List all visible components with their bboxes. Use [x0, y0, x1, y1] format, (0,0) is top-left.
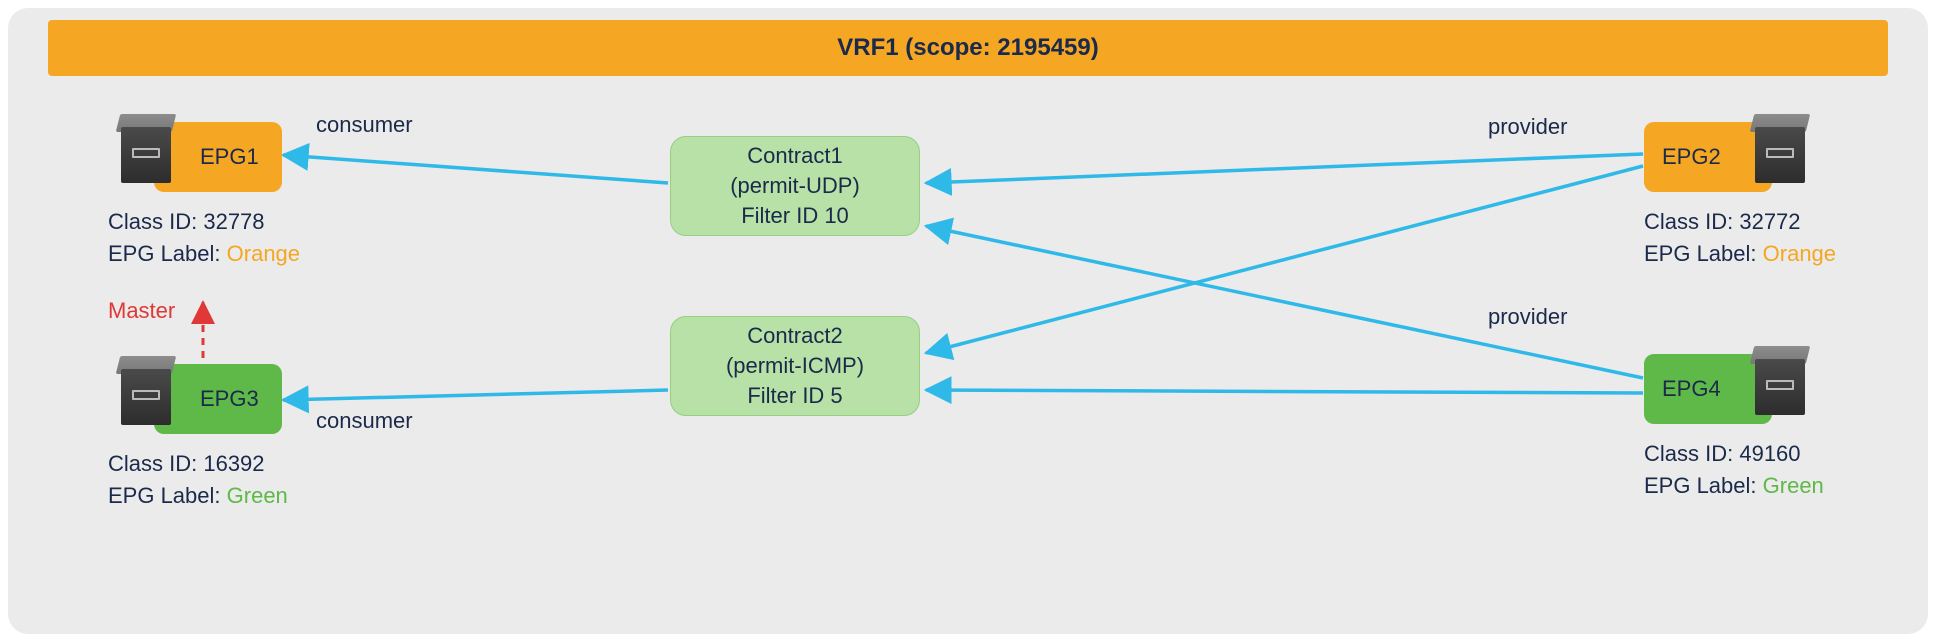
- epg4-name: EPG4: [1662, 376, 1721, 402]
- epg1-label-row: EPG Label: Orange: [108, 238, 300, 270]
- epg3-info: Class ID: 16392 EPG Label: Green: [108, 448, 288, 512]
- epg2-info: Class ID: 32772 EPG Label: Orange: [1644, 206, 1836, 270]
- contract2-rule: (permit-ICMP): [726, 351, 864, 381]
- contract1-name: Contract1: [747, 141, 842, 171]
- server-icon: [1750, 114, 1810, 188]
- vrf-header: VRF1 (scope: 2195459): [48, 20, 1888, 76]
- arrow-c2-to-epg3: [283, 390, 668, 400]
- arrow-epg4-to-c2: [926, 390, 1643, 393]
- server-icon: [116, 114, 176, 188]
- epg1-label-value: Orange: [227, 241, 300, 266]
- epg2-label-prefix: EPG Label:: [1644, 241, 1763, 266]
- epg3-label-value: Green: [227, 483, 288, 508]
- epg3-label-row: EPG Label: Green: [108, 480, 288, 512]
- arrow-epg4-to-c1: [926, 226, 1643, 378]
- contract1-box: Contract1 (permit-UDP) Filter ID 10: [670, 136, 920, 236]
- provider-label-bottom: provider: [1488, 304, 1567, 330]
- epg1-name: EPG1: [200, 144, 259, 170]
- epg2-name: EPG2: [1662, 144, 1721, 170]
- epg4-label-row: EPG Label: Green: [1644, 470, 1824, 502]
- epg4-info: Class ID: 49160 EPG Label: Green: [1644, 438, 1824, 502]
- contract2-box: Contract2 (permit-ICMP) Filter ID 5: [670, 316, 920, 416]
- contract1-rule: (permit-UDP): [730, 171, 860, 201]
- epg3-name: EPG3: [200, 386, 259, 412]
- epg3-classid: Class ID: 16392: [108, 448, 288, 480]
- epg2-label-value: Orange: [1763, 241, 1836, 266]
- consumer-label-top: consumer: [316, 112, 413, 138]
- connections-layer: [8, 8, 1928, 634]
- server-icon: [116, 356, 176, 430]
- epg2-classid: Class ID: 32772: [1644, 206, 1836, 238]
- epg4-label-prefix: EPG Label:: [1644, 473, 1763, 498]
- master-label: Master: [108, 298, 175, 324]
- epg3-label-prefix: EPG Label:: [108, 483, 227, 508]
- arrow-c1-to-epg1: [283, 155, 668, 183]
- epg4-label-value: Green: [1763, 473, 1824, 498]
- provider-label-top: provider: [1488, 114, 1567, 140]
- arrow-epg2-to-c1: [926, 154, 1643, 183]
- epg1-label-prefix: EPG Label:: [108, 241, 227, 266]
- diagram-canvas: VRF1 (scope: 2195459): [8, 8, 1928, 634]
- epg4-classid: Class ID: 49160: [1644, 438, 1824, 470]
- vrf-title: VRF1 (scope: 2195459): [837, 34, 1098, 62]
- contract2-name: Contract2: [747, 321, 842, 351]
- consumer-label-bottom: consumer: [316, 408, 413, 434]
- contract1-filter: Filter ID 10: [741, 201, 849, 231]
- server-icon: [1750, 346, 1810, 420]
- epg1-classid: Class ID: 32778: [108, 206, 300, 238]
- epg1-info: Class ID: 32778 EPG Label: Orange: [108, 206, 300, 270]
- epg2-label-row: EPG Label: Orange: [1644, 238, 1836, 270]
- contract2-filter: Filter ID 5: [747, 381, 842, 411]
